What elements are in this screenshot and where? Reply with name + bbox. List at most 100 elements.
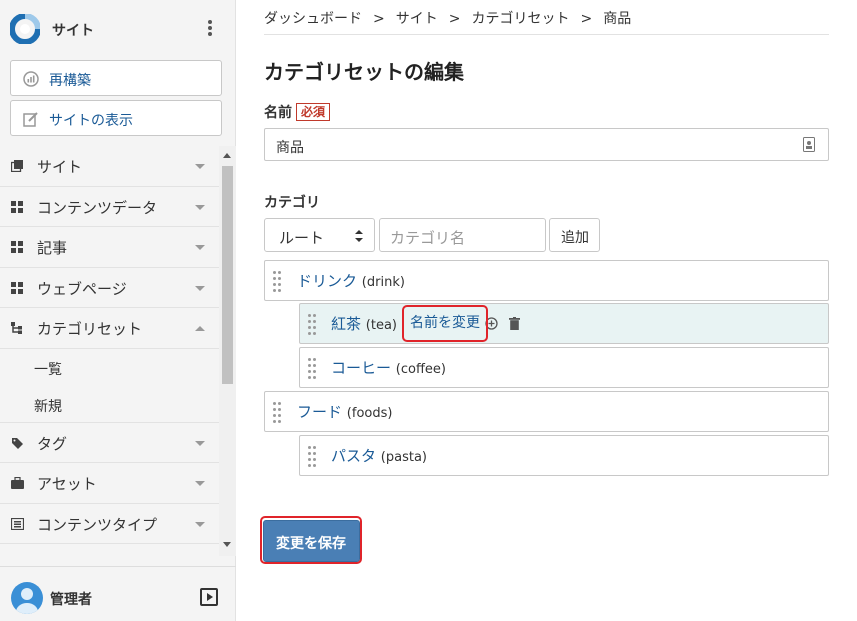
rename-link[interactable]: 名前を変更 [410, 312, 480, 332]
grid-icon [11, 281, 23, 294]
drag-handle-icon[interactable] [308, 358, 318, 379]
chevron-down-icon [195, 440, 205, 446]
rebuild-icon [23, 71, 39, 87]
parent-select-value: ルート [279, 229, 325, 247]
view-site-button[interactable]: サイトの表示 [10, 100, 222, 136]
copy-icon [11, 160, 23, 172]
sidebar-item-category-sets[interactable]: カテゴリセット [0, 308, 219, 349]
drag-handle-icon[interactable] [308, 314, 318, 335]
rebuild-button[interactable]: 再構築 [10, 60, 222, 96]
save-changes-button[interactable]: 変更を保存 [263, 520, 360, 562]
sidebar-item-web-pages[interactable]: ウェブページ [0, 268, 219, 308]
name-field-label: 名前 必須 [264, 102, 331, 122]
name-label-text: 名前 [264, 105, 292, 121]
drag-handle-icon[interactable] [308, 446, 318, 467]
sidebar-header: サイト [0, 0, 236, 58]
drag-handle-icon[interactable] [273, 402, 283, 423]
hierarchy-icon [11, 322, 22, 334]
drag-handle-icon[interactable] [273, 271, 283, 292]
rebuild-label: 再構築 [49, 73, 91, 89]
save-button-label: 変更を保存 [276, 536, 346, 552]
add-child-icon[interactable] [485, 317, 498, 330]
category-row-foods[interactable]: フード (foods) [264, 391, 829, 432]
list-icon [11, 517, 24, 530]
category-row-tea[interactable]: 紅茶 (tea) 名前を変更 [299, 303, 829, 344]
chevron-down-icon [195, 481, 205, 486]
chevron-down-icon [195, 204, 205, 210]
sidebar-subitem-list[interactable]: 一覧 [0, 349, 219, 386]
category-name-link[interactable]: 紅茶 (tea) [331, 313, 397, 334]
sidebar-item-label: アセット [37, 475, 97, 493]
chevron-down-icon [195, 245, 205, 250]
site-name: サイト [52, 23, 94, 39]
sidebar-item-assets[interactable]: アセット [0, 463, 219, 504]
required-badge: 必須 [296, 103, 331, 121]
sidebar-item-entries[interactable]: 記事 [0, 227, 219, 268]
user-icon [16, 588, 38, 614]
scrollbar-thumb[interactable] [222, 166, 233, 384]
add-button-label: 追加 [561, 230, 589, 246]
user-name: 管理者 [50, 592, 92, 608]
chevron-down-icon [195, 164, 205, 169]
sidebar-item-site[interactable]: サイト [0, 146, 219, 187]
sidebar-item-content-types[interactable]: コンテンツタイプ [0, 504, 219, 544]
tag-icon [12, 437, 23, 449]
breadcrumb-separator: > [373, 11, 385, 27]
more-menu-icon[interactable] [204, 18, 216, 40]
site-logo-icon[interactable] [10, 14, 40, 44]
chevron-up-icon [195, 326, 205, 331]
sidebar-subitem-label: 一覧 [34, 361, 62, 378]
category-name-link[interactable]: ドリンク (drink) [297, 270, 405, 291]
scroll-down-icon[interactable] [223, 542, 231, 547]
breadcrumb-separator: > [448, 11, 461, 27]
category-name-placeholder: カテゴリ名 [390, 229, 466, 247]
breadcrumb: ダッシュボード > サイト > カテゴリセット > 商品 [264, 8, 829, 35]
chevron-down-icon [195, 285, 205, 291]
sidebar-item-label: ウェブページ [37, 279, 127, 298]
parent-category-select[interactable]: ルート [264, 218, 375, 252]
sidebar-item-label: コンテンツタイプ [37, 515, 158, 534]
chevron-down-icon [195, 521, 205, 527]
name-input[interactable]: 商品 [264, 128, 829, 161]
breadcrumb-dashboard[interactable]: ダッシュボード [264, 11, 362, 27]
breadcrumb-separator: > [580, 11, 593, 27]
collapse-sidebar-icon[interactable] [200, 588, 218, 606]
avatar[interactable] [11, 582, 43, 614]
sidebar-item-label: カテゴリセット [37, 320, 143, 338]
breadcrumb-site[interactable]: サイト [396, 11, 438, 27]
breadcrumb-category-sets[interactable]: カテゴリセット [471, 11, 569, 27]
category-row-drink[interactable]: ドリンク (drink) [264, 260, 829, 301]
category-name-link[interactable]: コーヒー (coffee) [331, 357, 446, 378]
category-row-coffee[interactable]: コーヒー (coffee) [299, 347, 829, 388]
sidebar-scrollbar[interactable] [219, 146, 236, 556]
sidebar-footer: 管理者 [0, 566, 236, 621]
category-row-pasta[interactable]: パスタ (pasta) [299, 435, 829, 476]
page-title: カテゴリセットの編集 [264, 60, 464, 84]
contact-card-icon [803, 137, 815, 152]
sidebar-subitem-label: 新規 [34, 398, 62, 415]
add-category-button[interactable]: 追加 [549, 218, 600, 252]
breadcrumb-current: 商品 [603, 11, 632, 27]
name-input-value: 商品 [276, 140, 304, 156]
sidebar-menu: サイト コンテンツデータ 記事 ウェブページ カテゴリセット 一覧 新規 タグ … [0, 146, 219, 544]
sidebar-item-label: コンテンツデータ [37, 198, 158, 217]
category-name-link[interactable]: フード (foods) [297, 401, 392, 422]
grid-icon [11, 241, 23, 253]
sidebar-item-label: サイト [37, 158, 83, 176]
edit-icon [23, 112, 38, 127]
category-name-link[interactable]: パスタ (pasta) [331, 445, 427, 466]
category-name-input[interactable]: カテゴリ名 [379, 218, 546, 252]
sidebar-subitem-new[interactable]: 新規 [0, 386, 219, 423]
sidebar-item-label: 記事 [37, 239, 68, 257]
sidebar-item-label: タグ [37, 434, 68, 453]
trash-icon[interactable] [509, 317, 520, 330]
scroll-up-icon[interactable] [223, 153, 231, 158]
category-field-label: カテゴリ [264, 195, 320, 211]
main-content: ダッシュボード > サイト > カテゴリセット > 商品 カテゴリセットの編集 名前 必須 商… [236, 0, 857, 621]
select-arrows-icon [355, 230, 363, 242]
sidebar-item-content-data[interactable]: コンテンツデータ [0, 187, 219, 227]
grid-icon [11, 200, 23, 213]
sidebar: サイト 再構築 サイトの表示 サイト コンテンツデータ 記事 ウェブページ カテ… [0, 0, 236, 621]
sidebar-item-tags[interactable]: タグ [0, 423, 219, 463]
view-site-label: サイトの表示 [49, 113, 133, 129]
